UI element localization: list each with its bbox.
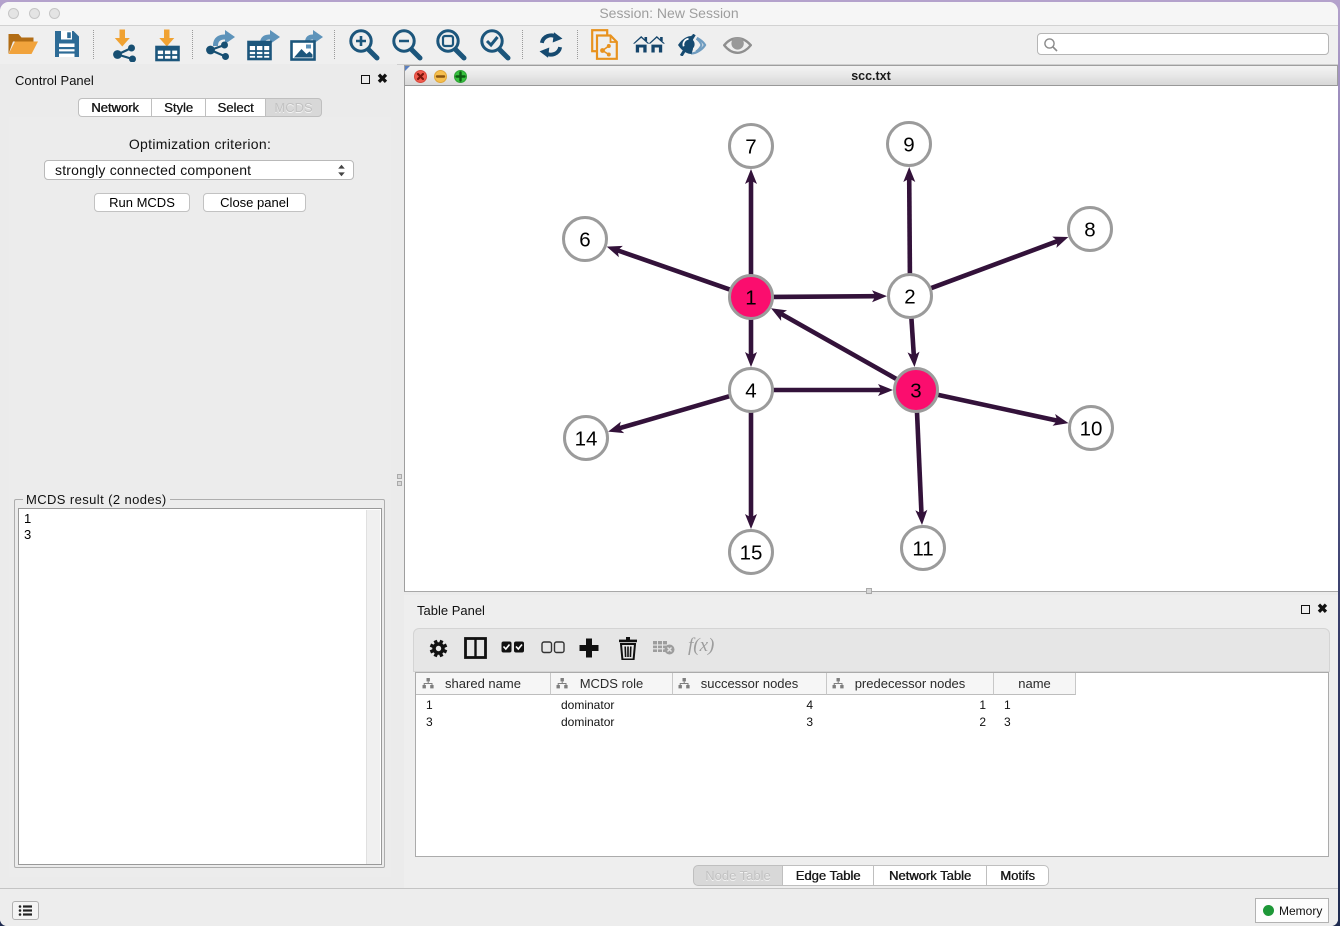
svg-text:15: 15 <box>740 542 763 565</box>
svg-text:10: 10 <box>1080 418 1103 441</box>
svg-text:14: 14 <box>575 428 598 451</box>
svg-text:8: 8 <box>1084 219 1095 242</box>
svg-text:4: 4 <box>745 380 756 403</box>
svg-text:6: 6 <box>579 229 590 252</box>
svg-text:1: 1 <box>745 287 756 310</box>
svg-text:7: 7 <box>745 136 756 159</box>
svg-text:9: 9 <box>903 134 914 157</box>
svg-text:2: 2 <box>904 286 915 309</box>
svg-text:11: 11 <box>912 538 933 561</box>
svg-text:3: 3 <box>910 380 921 403</box>
